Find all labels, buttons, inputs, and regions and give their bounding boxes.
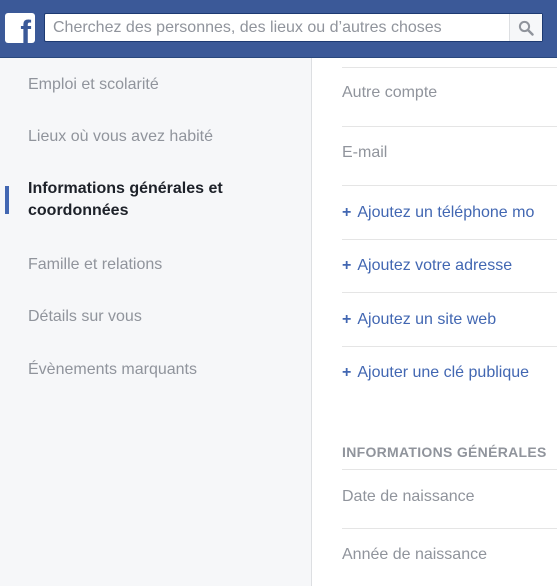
add-public-key-link[interactable]: + Ajouter une clé publique [342,362,557,384]
top-navigation-bar: f [0,0,557,58]
plus-icon: + [342,204,352,221]
about-content: Autre compte E-mail + Ajoutez un téléphon… [312,58,557,586]
active-item-indicator [5,186,9,214]
divider [342,528,557,529]
facebook-logo[interactable]: f [5,13,35,43]
add-phone-label: Ajoutez un téléphone mo [357,204,535,221]
divider [342,185,557,186]
divider [342,126,557,127]
about-sidebar: Emploi et scolarité Lieux où vous avez h… [0,58,312,586]
search-button[interactable] [509,14,542,41]
search-input[interactable] [45,14,518,41]
facebook-logo-letter: f [20,14,31,43]
divider [342,346,557,347]
search-bar [44,13,543,42]
divider [342,469,557,470]
sidebar-item-places-lived[interactable]: Lieux où vous avez habité [28,126,288,148]
add-public-key-label: Ajouter une clé publique [357,364,530,381]
birth-date-label: Date de naissance [342,488,475,505]
other-account-label: Autre compte [342,84,438,101]
divider [342,67,557,68]
plus-icon: + [342,364,352,381]
divider [342,239,557,240]
add-address-label: Ajoutez votre adresse [357,257,513,274]
birth-year-label: Année de naissance [342,546,487,563]
sidebar-item-details-about-you[interactable]: Détails sur vous [28,306,288,328]
basic-info-section-header: INFORMATIONS GÉNÉRALES [342,444,547,460]
divider [342,292,557,293]
add-address-link[interactable]: + Ajoutez votre adresse [342,255,557,277]
plus-icon: + [342,257,352,274]
plus-icon: + [342,311,352,328]
sidebar-item-contact-basic-info[interactable]: Informations générales et coordonnées [28,178,288,222]
add-website-link[interactable]: + Ajoutez un site web [342,309,557,331]
add-phone-link[interactable]: + Ajoutez un téléphone mo [342,202,557,224]
sidebar-item-work-education[interactable]: Emploi et scolarité [28,74,288,96]
add-website-label: Ajoutez un site web [357,311,497,328]
email-label: E-mail [342,144,388,161]
sidebar-item-family-relationships[interactable]: Famille et relations [28,254,288,276]
search-icon [518,20,534,36]
sidebar-item-life-events[interactable]: Évènements marquants [28,359,288,381]
